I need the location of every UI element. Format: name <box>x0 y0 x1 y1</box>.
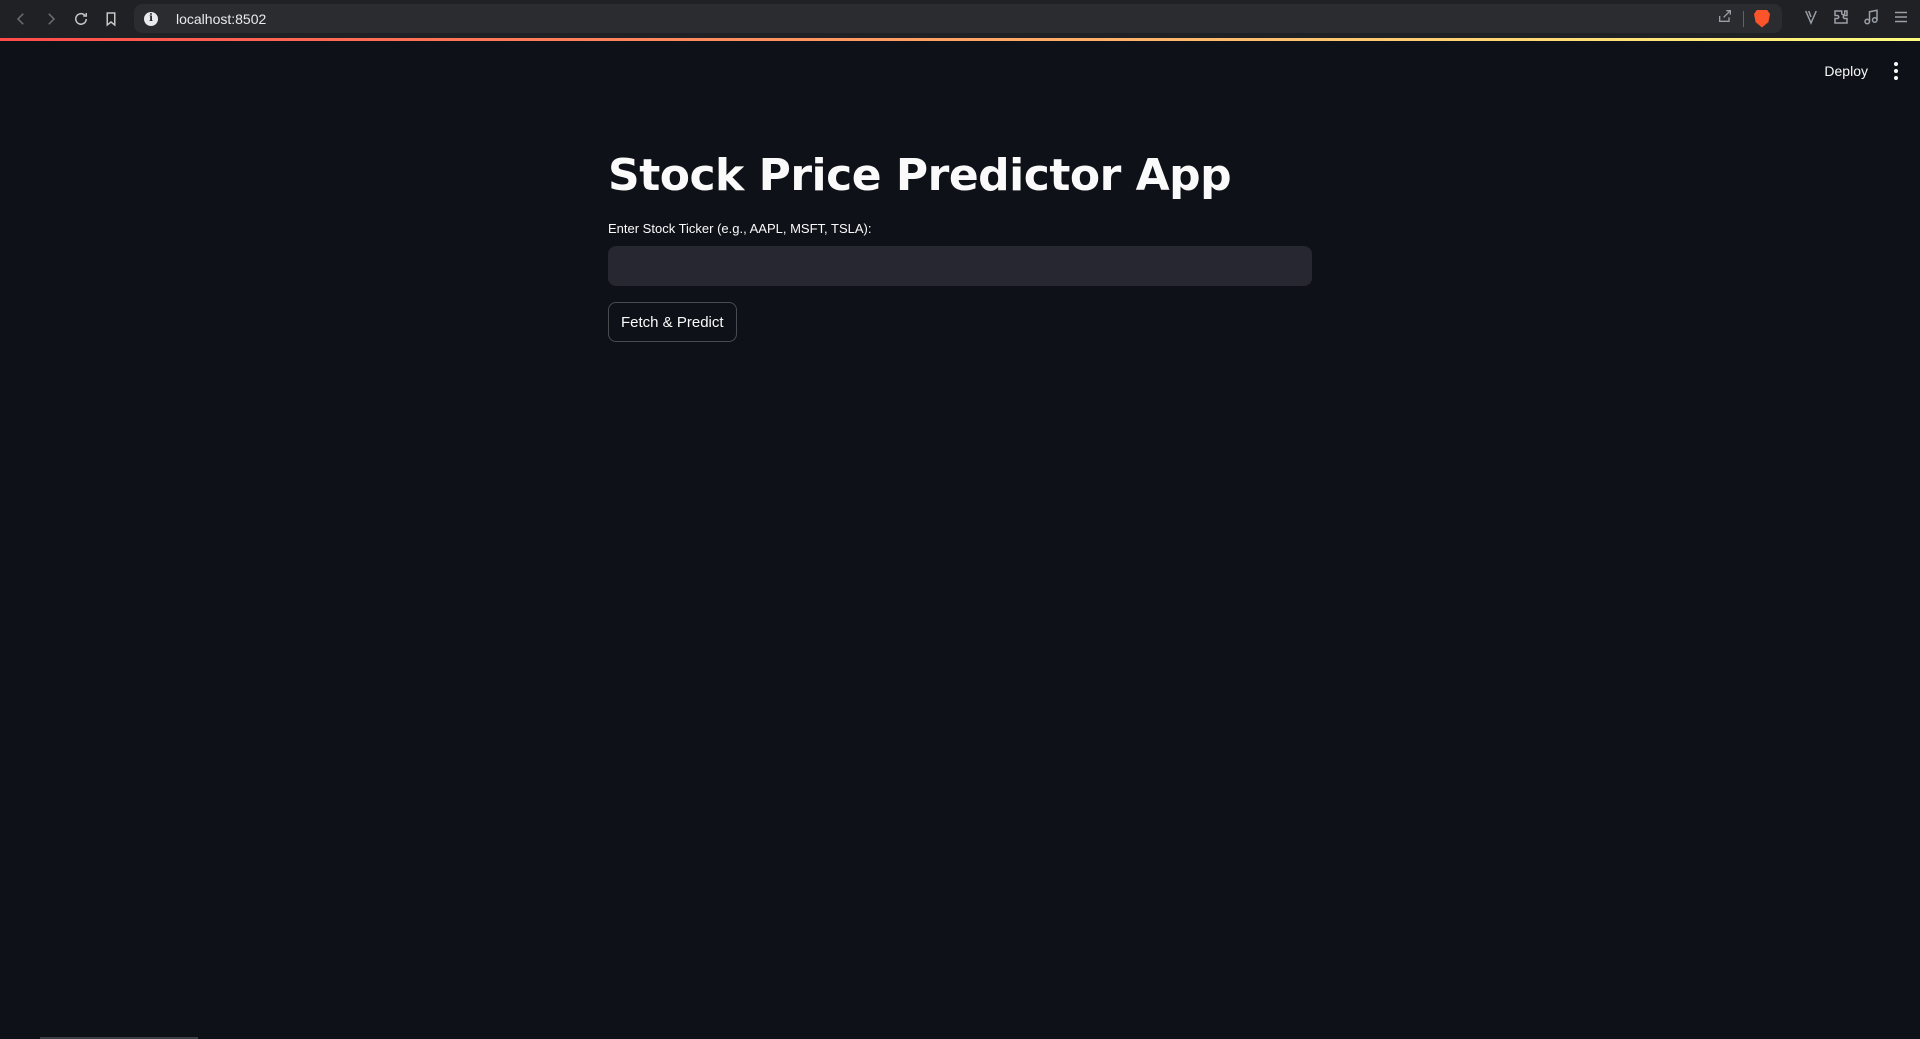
reload-icon[interactable] <box>66 4 96 34</box>
share-icon[interactable] <box>1717 8 1733 29</box>
main-block: Stock Price Predictor App Enter Stock Ti… <box>608 150 1312 342</box>
media-icon[interactable] <box>1862 8 1880 31</box>
app-header: Deploy <box>1818 41 1920 101</box>
ticker-label: Enter Stock Ticker (e.g., AAPL, MSFT, TS… <box>608 221 872 236</box>
header-decoration <box>0 38 1920 41</box>
nav-buttons <box>0 4 126 34</box>
address-bar-actions <box>1717 4 1770 33</box>
url-text[interactable]: localhost:8502 <box>176 11 266 27</box>
deploy-button[interactable]: Deploy <box>1818 62 1874 80</box>
ticker-input[interactable] <box>608 246 1312 286</box>
extensions-icon[interactable] <box>1832 8 1850 31</box>
menu-dot <box>1894 76 1898 80</box>
fetch-predict-button[interactable]: Fetch & Predict <box>608 302 737 342</box>
main-menu-icon[interactable] <box>1894 62 1898 80</box>
back-icon[interactable] <box>6 4 36 34</box>
bookmark-icon[interactable] <box>96 4 126 34</box>
browser-toolbar: i localhost:8502 <box>0 0 1920 38</box>
menu-dot <box>1894 69 1898 73</box>
address-divider <box>1743 10 1744 27</box>
brave-shields-icon[interactable] <box>1754 9 1770 28</box>
menu-icon[interactable] <box>1892 8 1910 31</box>
site-info-icon[interactable]: i <box>144 11 158 26</box>
page-title: Stock Price Predictor App <box>608 150 1232 201</box>
forward-icon[interactable] <box>36 4 66 34</box>
address-bar[interactable]: i localhost:8502 <box>134 4 1782 33</box>
toolbar-right <box>1802 0 1910 38</box>
vpn-icon[interactable] <box>1802 8 1820 31</box>
menu-dot <box>1894 62 1898 66</box>
